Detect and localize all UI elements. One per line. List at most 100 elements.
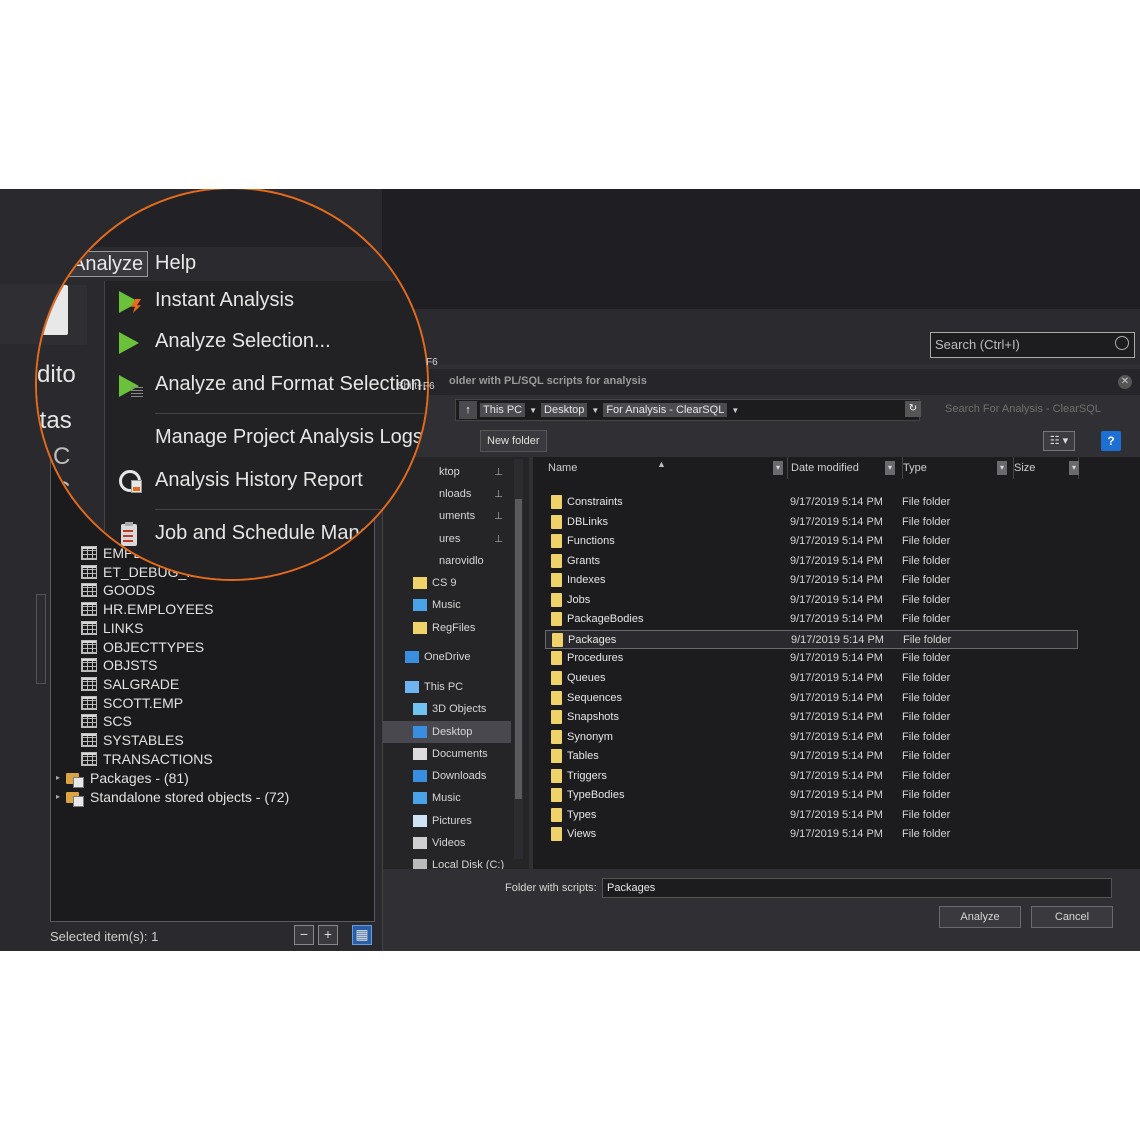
- new-folder-button[interactable]: New folder: [480, 430, 547, 452]
- file-row[interactable]: Constraints 9/17/2019 5:14 PM File folder: [545, 493, 1078, 512]
- file-row[interactable]: TypeBodies 9/17/2019 5:14 PM File folder: [545, 786, 1078, 805]
- nav-item[interactable]: Pictures: [383, 810, 511, 832]
- file-row[interactable]: Grants 9/17/2019 5:14 PM File folder: [545, 552, 1078, 571]
- tree-table-item[interactable]: SYSTABLES: [81, 730, 184, 749]
- tree-table-item[interactable]: OBJSTS: [81, 655, 157, 674]
- tree-table-item[interactable]: SALGRADE: [81, 674, 179, 693]
- file-row[interactable]: Types 9/17/2019 5:14 PM File folder: [545, 806, 1078, 825]
- file-row[interactable]: Views 9/17/2019 5:14 PM File folder: [545, 825, 1078, 844]
- tree-table-item[interactable]: SCOTT.EMP: [81, 693, 183, 712]
- address-bar[interactable]: This PC ▼ Desktop ▼ For Analysis - ClearSQL ▼: [455, 399, 920, 421]
- file-row[interactable]: Packages 9/17/2019 5:14 PM File folder: [545, 629, 1078, 649]
- tree-table-item[interactable]: LINKS: [81, 618, 143, 637]
- breadcrumb-item[interactable]: Desktop: [541, 403, 588, 417]
- file-list[interactable]: Name ▲ ▾ Date modified ▾ Type ▾ Size ▾ C…: [533, 457, 1140, 869]
- pin-icon[interactable]: ⊥: [494, 489, 503, 500]
- breadcrumb-chevron-icon[interactable]: ▼: [731, 406, 739, 415]
- editor-tab-label[interactable]: t: Edito: [37, 361, 76, 389]
- nav-item[interactable]: Downloads: [383, 765, 511, 787]
- pin-icon[interactable]: ⊥: [494, 467, 503, 478]
- file-name: Triggers: [567, 769, 607, 782]
- nav-item[interactable]: Music: [383, 787, 511, 809]
- up-arrow-icon[interactable]: ↑: [459, 401, 477, 419]
- nav-item[interactable]: Music: [383, 594, 511, 616]
- tree-table-item[interactable]: OBJECTTYPES: [81, 637, 204, 656]
- side-panel-handle[interactable]: [36, 594, 46, 684]
- menu-item-6[interactable]: Job and Schedule Mana: [105, 518, 427, 554]
- expand-arrow-icon[interactable]: ▸: [56, 773, 66, 782]
- nav-item[interactable]: OneDrive: [383, 646, 511, 668]
- nav-item[interactable]: Desktop: [383, 721, 511, 743]
- file-row[interactable]: Functions 9/17/2019 5:14 PM File folder: [545, 532, 1078, 551]
- file-row[interactable]: Jobs 9/17/2019 5:14 PM File folder: [545, 591, 1078, 610]
- nav-item[interactable]: 3D Objects: [383, 698, 511, 720]
- nav-item-label: Local Disk (C:): [432, 859, 505, 869]
- tree-table-item[interactable]: SCS: [81, 711, 132, 730]
- nav-item[interactable]: RegFiles: [383, 617, 511, 639]
- menu-item-5[interactable]: Analysis History Report: [105, 465, 427, 501]
- breadcrumb-chevron-icon[interactable]: ▼: [529, 406, 537, 415]
- pin-icon[interactable]: ⊥: [494, 534, 503, 545]
- breadcrumb-item[interactable]: For Analysis - ClearSQL: [603, 403, 728, 417]
- breadcrumb-chevron-icon[interactable]: ▼: [591, 406, 599, 415]
- nav-item[interactable]: Documents: [383, 743, 511, 765]
- grid-view-icon[interactable]: ▦: [352, 925, 372, 945]
- nav-item[interactable]: Videos: [383, 832, 511, 854]
- column-type-dropdown[interactable]: ▾: [997, 461, 1007, 475]
- close-icon[interactable]: ✕: [1118, 375, 1132, 389]
- file-name: Procedures: [567, 652, 624, 665]
- view-options-icon[interactable]: ☷ ▾: [1043, 431, 1075, 451]
- nav-item-label: OneDrive: [424, 651, 471, 663]
- tree-group-item[interactable]: ▸ Standalone stored objects - (72): [56, 787, 289, 807]
- file-row[interactable]: Snapshots 9/17/2019 5:14 PM File folder: [545, 708, 1078, 727]
- tree-group-item[interactable]: ▸ Packages - (81): [56, 768, 189, 788]
- breadcrumb-item[interactable]: This PC: [480, 403, 526, 417]
- menu-help[interactable]: Help: [151, 251, 200, 277]
- menu-item-label: Analyze and Format Selection...: [155, 373, 429, 395]
- nav-scroll-thumb[interactable]: [515, 499, 522, 799]
- column-name-dropdown[interactable]: ▾: [773, 461, 783, 475]
- menu-item-4[interactable]: Manage Project Analysis Logs: [105, 422, 427, 458]
- column-date-dropdown[interactable]: ▾: [885, 461, 895, 475]
- main-search-input[interactable]: Search (Ctrl+I): [930, 332, 1135, 358]
- nav-item[interactable]: This PC: [383, 676, 511, 698]
- folder-field-input[interactable]: Packages: [602, 878, 1112, 898]
- cancel-button[interactable]: Cancel: [1031, 906, 1113, 928]
- refresh-icon[interactable]: ↻: [905, 401, 921, 417]
- pin-icon[interactable]: ⊥: [494, 511, 503, 522]
- analyze-button[interactable]: Analyze: [939, 906, 1021, 928]
- file-row[interactable]: Triggers 9/17/2019 5:14 PM File folder: [545, 767, 1078, 786]
- folder-icon: [551, 690, 562, 705]
- nav-item[interactable]: Local Disk (C:): [383, 854, 511, 869]
- file-row[interactable]: Sequences 9/17/2019 5:14 PM File folder: [545, 689, 1078, 708]
- file-row[interactable]: Synonym 9/17/2019 5:14 PM File folder: [545, 728, 1078, 747]
- menu-item-2[interactable]: Analyze Selection...: [105, 326, 427, 362]
- column-size-dropdown[interactable]: ▾: [1069, 461, 1079, 475]
- file-row[interactable]: Indexes 9/17/2019 5:14 PM File folder: [545, 571, 1078, 590]
- menu-view-fragment[interactable]: w: [37, 251, 49, 277]
- nav-folder-icon: [405, 681, 419, 693]
- expand-arrow-icon[interactable]: ▸: [56, 792, 66, 801]
- nav-scrollbar[interactable]: [514, 459, 523, 859]
- column-name[interactable]: Name: [548, 457, 788, 479]
- file-type: File folder: [902, 711, 951, 724]
- tree-table-item[interactable]: TRANSACTIONS: [81, 749, 213, 768]
- tree-table-item[interactable]: HR.EMPLOYEES: [81, 599, 213, 618]
- magnifier-circle: w Analyze Help t: Edito Datas AC AC Inst…: [35, 189, 429, 581]
- file-row[interactable]: Procedures 9/17/2019 5:14 PM File folder: [545, 649, 1078, 668]
- menu-item-1[interactable]: Instant Analysis: [105, 285, 427, 321]
- collapse-all-button[interactable]: −: [294, 925, 314, 945]
- tree-table-item[interactable]: GOODS: [81, 580, 155, 599]
- file-row[interactable]: Tables 9/17/2019 5:14 PM File folder: [545, 747, 1078, 766]
- expand-all-button[interactable]: +: [318, 925, 338, 945]
- menu-separator: [155, 509, 427, 510]
- file-date: 9/17/2019 5:14 PM: [790, 593, 883, 606]
- file-type: File folder: [902, 691, 951, 704]
- file-row[interactable]: PackageBodies 9/17/2019 5:14 PM File folde…: [545, 610, 1078, 629]
- menu-analyze[interactable]: Analyze: [67, 251, 149, 277]
- folder-search-input[interactable]: Search For Analysis - ClearSQL: [941, 399, 1116, 421]
- file-row[interactable]: DBLinks 9/17/2019 5:14 PM File folder: [545, 513, 1078, 532]
- help-icon[interactable]: ?: [1101, 431, 1121, 451]
- menu-item-3[interactable]: Analyze and Format Selection...: [105, 369, 429, 405]
- file-row[interactable]: Queues 9/17/2019 5:14 PM File folder: [545, 669, 1078, 688]
